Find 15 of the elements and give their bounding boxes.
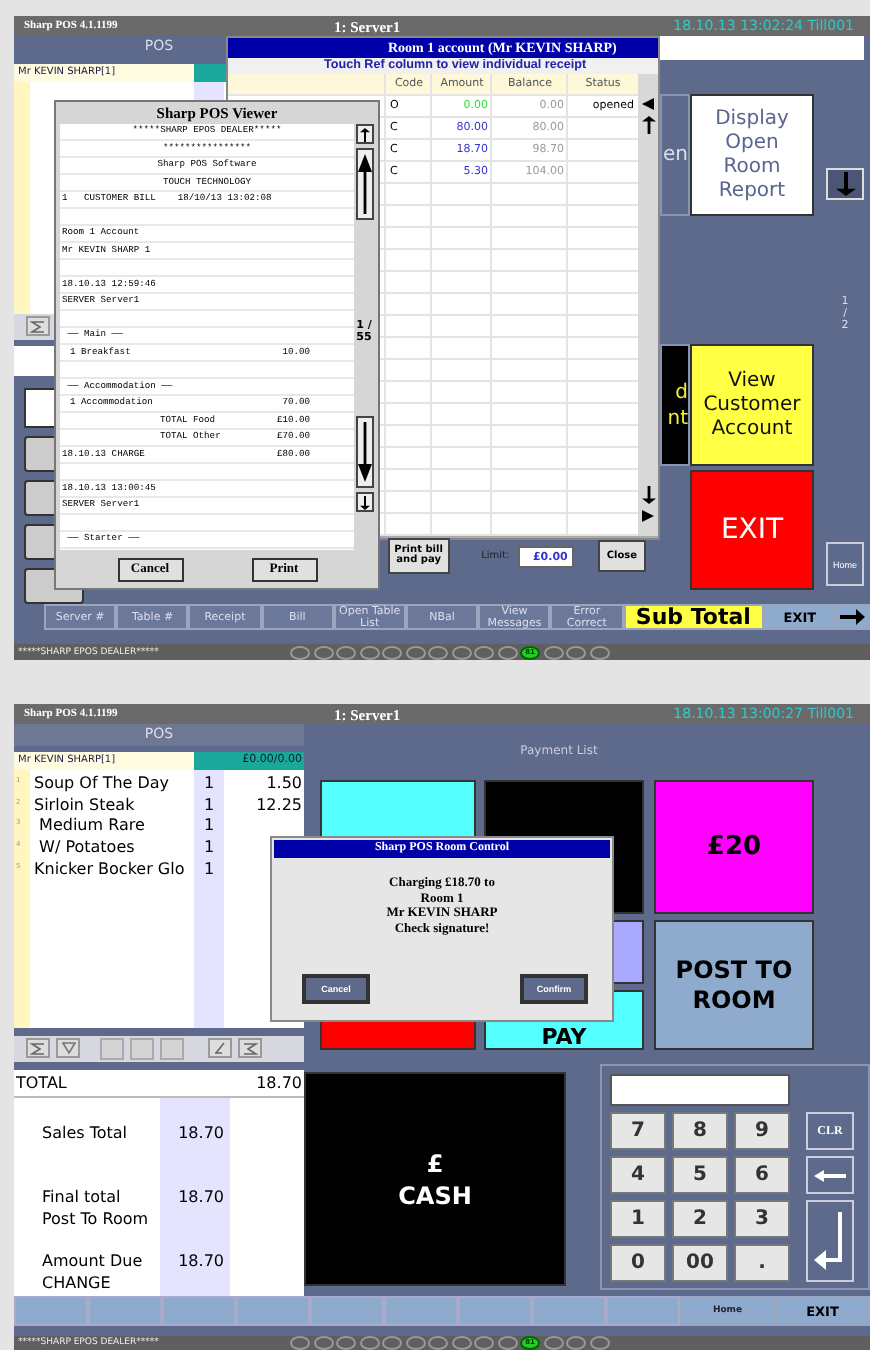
item-quantity: 1 [201,774,217,796]
total-value: 18.70 [256,1073,302,1092]
item-quantity: 1 [201,859,217,881]
totals-value: 18.70 [176,1121,226,1146]
totals-value: 18.70 [176,1185,226,1210]
totals-label: Sales Total [40,1121,130,1146]
totals-label: Amount Due CHANGE [40,1249,145,1294]
item-quantity: 1 [201,795,217,817]
item-price: 1.50 [264,774,304,796]
totals-label: Final total Post To Room [40,1185,151,1230]
totals-value: 18.70 [176,1249,226,1274]
item-quantity: 1 [201,816,217,839]
total-label: TOTAL [16,1073,67,1092]
item-quantity: 1 [201,838,217,860]
item-price: 12.25 [254,795,304,817]
